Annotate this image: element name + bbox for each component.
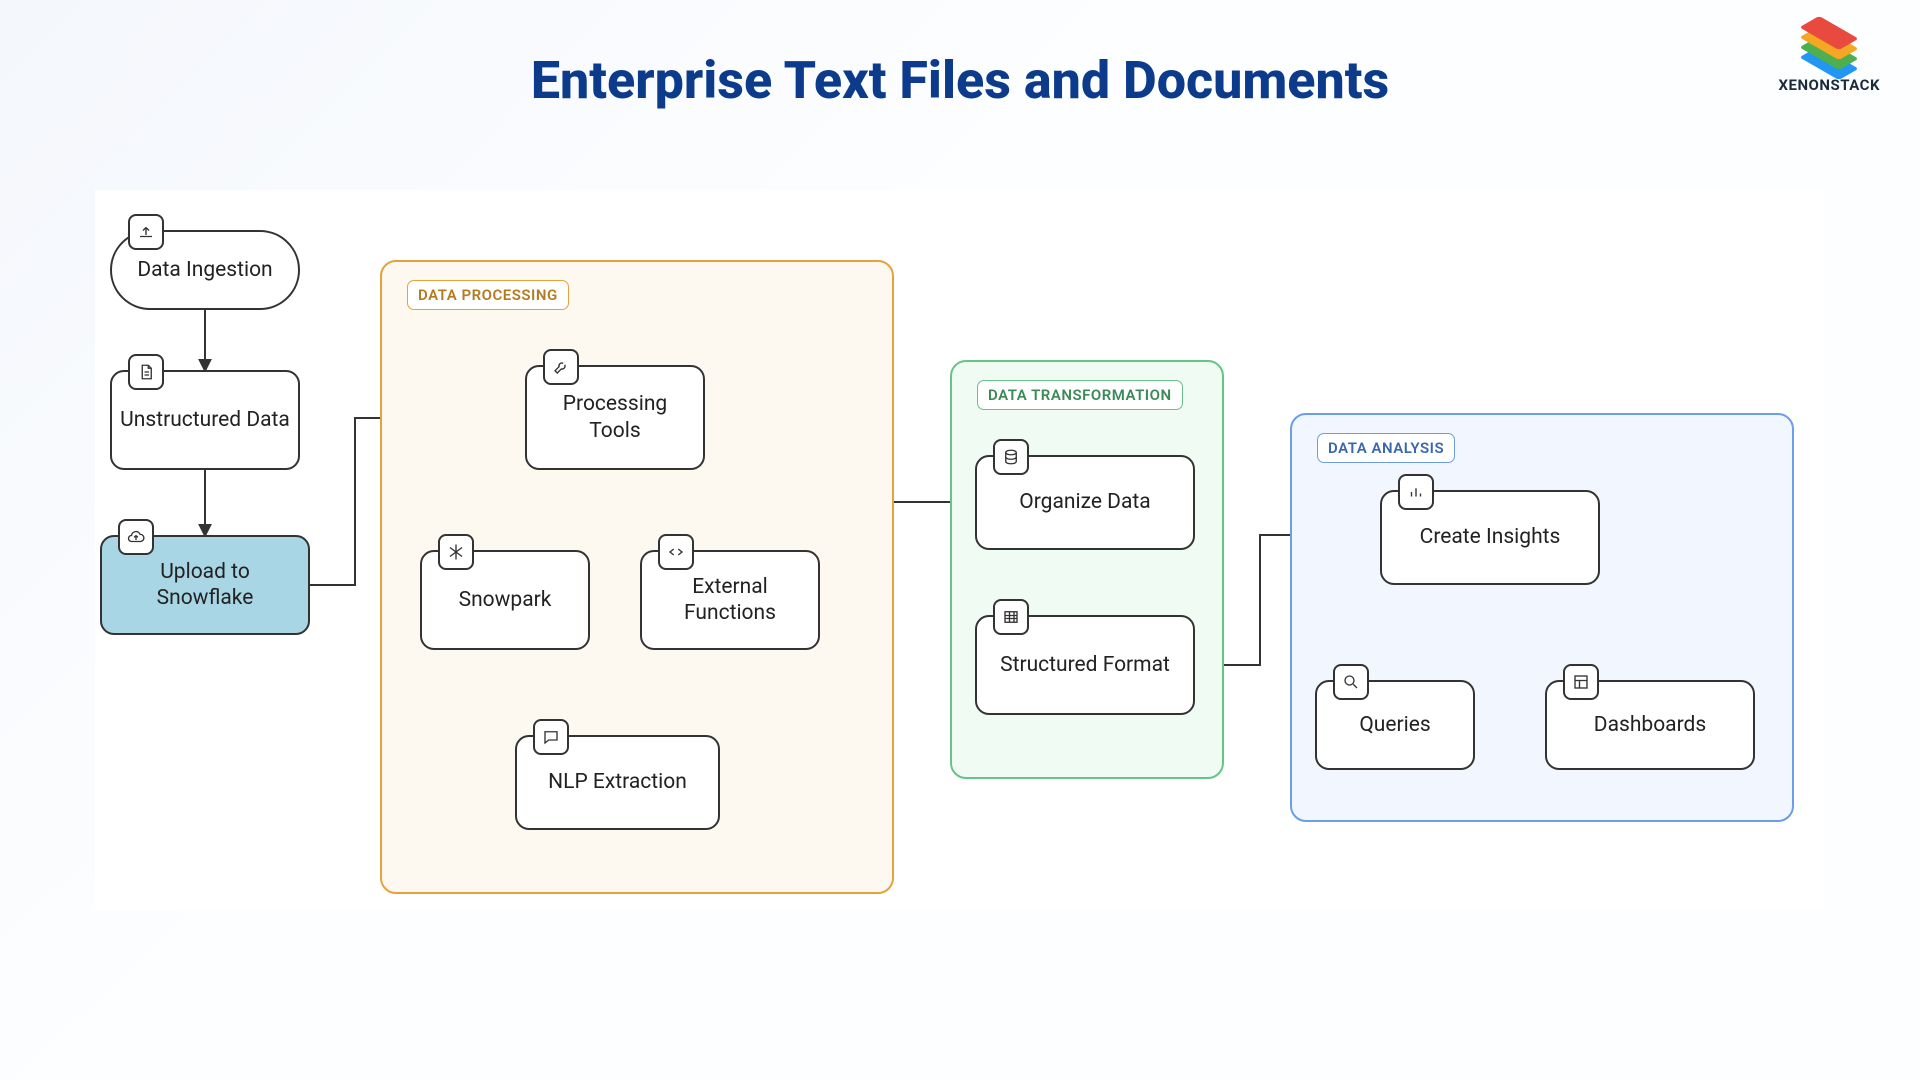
node-organize-data: Organize Data (975, 455, 1195, 550)
node-label: Snowpark (459, 587, 552, 613)
node-label: Queries (1359, 712, 1430, 738)
chart-icon (1398, 474, 1434, 510)
node-structured-format: Structured Format (975, 615, 1195, 715)
group-label-processing: DATA PROCESSING (407, 280, 569, 310)
upload-icon (128, 214, 164, 250)
node-data-ingestion: Data Ingestion (110, 230, 300, 310)
node-upload-to-snowflake: Upload to Snowflake (100, 535, 310, 635)
node-dashboards: Dashboards (1545, 680, 1755, 770)
node-label: Create Insights (1420, 524, 1561, 550)
node-snowpark: Snowpark (420, 550, 590, 650)
group-label-analysis: DATA ANALYSIS (1317, 433, 1455, 463)
cloud-upload-icon (118, 519, 154, 555)
node-external-functions: External Functions (640, 550, 820, 650)
snowflake-icon (438, 534, 474, 570)
node-label: Processing Tools (535, 391, 695, 444)
wrench-icon (543, 349, 579, 385)
document-icon (128, 354, 164, 390)
node-label: Structured Format (1000, 652, 1170, 678)
logo-stack-icon (1804, 20, 1854, 70)
node-nlp-extraction: NLP Extraction (515, 735, 720, 830)
node-processing-tools: Processing Tools (525, 365, 705, 470)
code-icon (658, 534, 694, 570)
node-label: Data Ingestion (137, 257, 272, 283)
layout-icon (1563, 664, 1599, 700)
chat-icon (533, 719, 569, 755)
node-label: Dashboards (1594, 712, 1706, 738)
page-title: Enterprise Text Files and Documents (0, 50, 1920, 111)
group-data-transformation: DATA TRANSFORMATION (950, 360, 1224, 779)
brand-name: XENONSTACK (1778, 76, 1880, 94)
diagram-canvas: DATA PROCESSING DATA TRANSFORMATION DATA… (95, 190, 1825, 910)
node-unstructured-data: Unstructured Data (110, 370, 300, 470)
node-label: Unstructured Data (120, 407, 290, 433)
node-label: Upload to Snowflake (110, 559, 300, 612)
search-icon (1333, 664, 1369, 700)
database-icon (993, 439, 1029, 475)
node-label: External Functions (650, 574, 810, 627)
brand-logo: XENONSTACK (1778, 20, 1880, 94)
node-label: NLP Extraction (548, 769, 687, 795)
node-queries: Queries (1315, 680, 1475, 770)
node-create-insights: Create Insights (1380, 490, 1600, 585)
group-label-transformation: DATA TRANSFORMATION (977, 380, 1183, 410)
node-label: Organize Data (1019, 489, 1150, 515)
table-icon (993, 599, 1029, 635)
